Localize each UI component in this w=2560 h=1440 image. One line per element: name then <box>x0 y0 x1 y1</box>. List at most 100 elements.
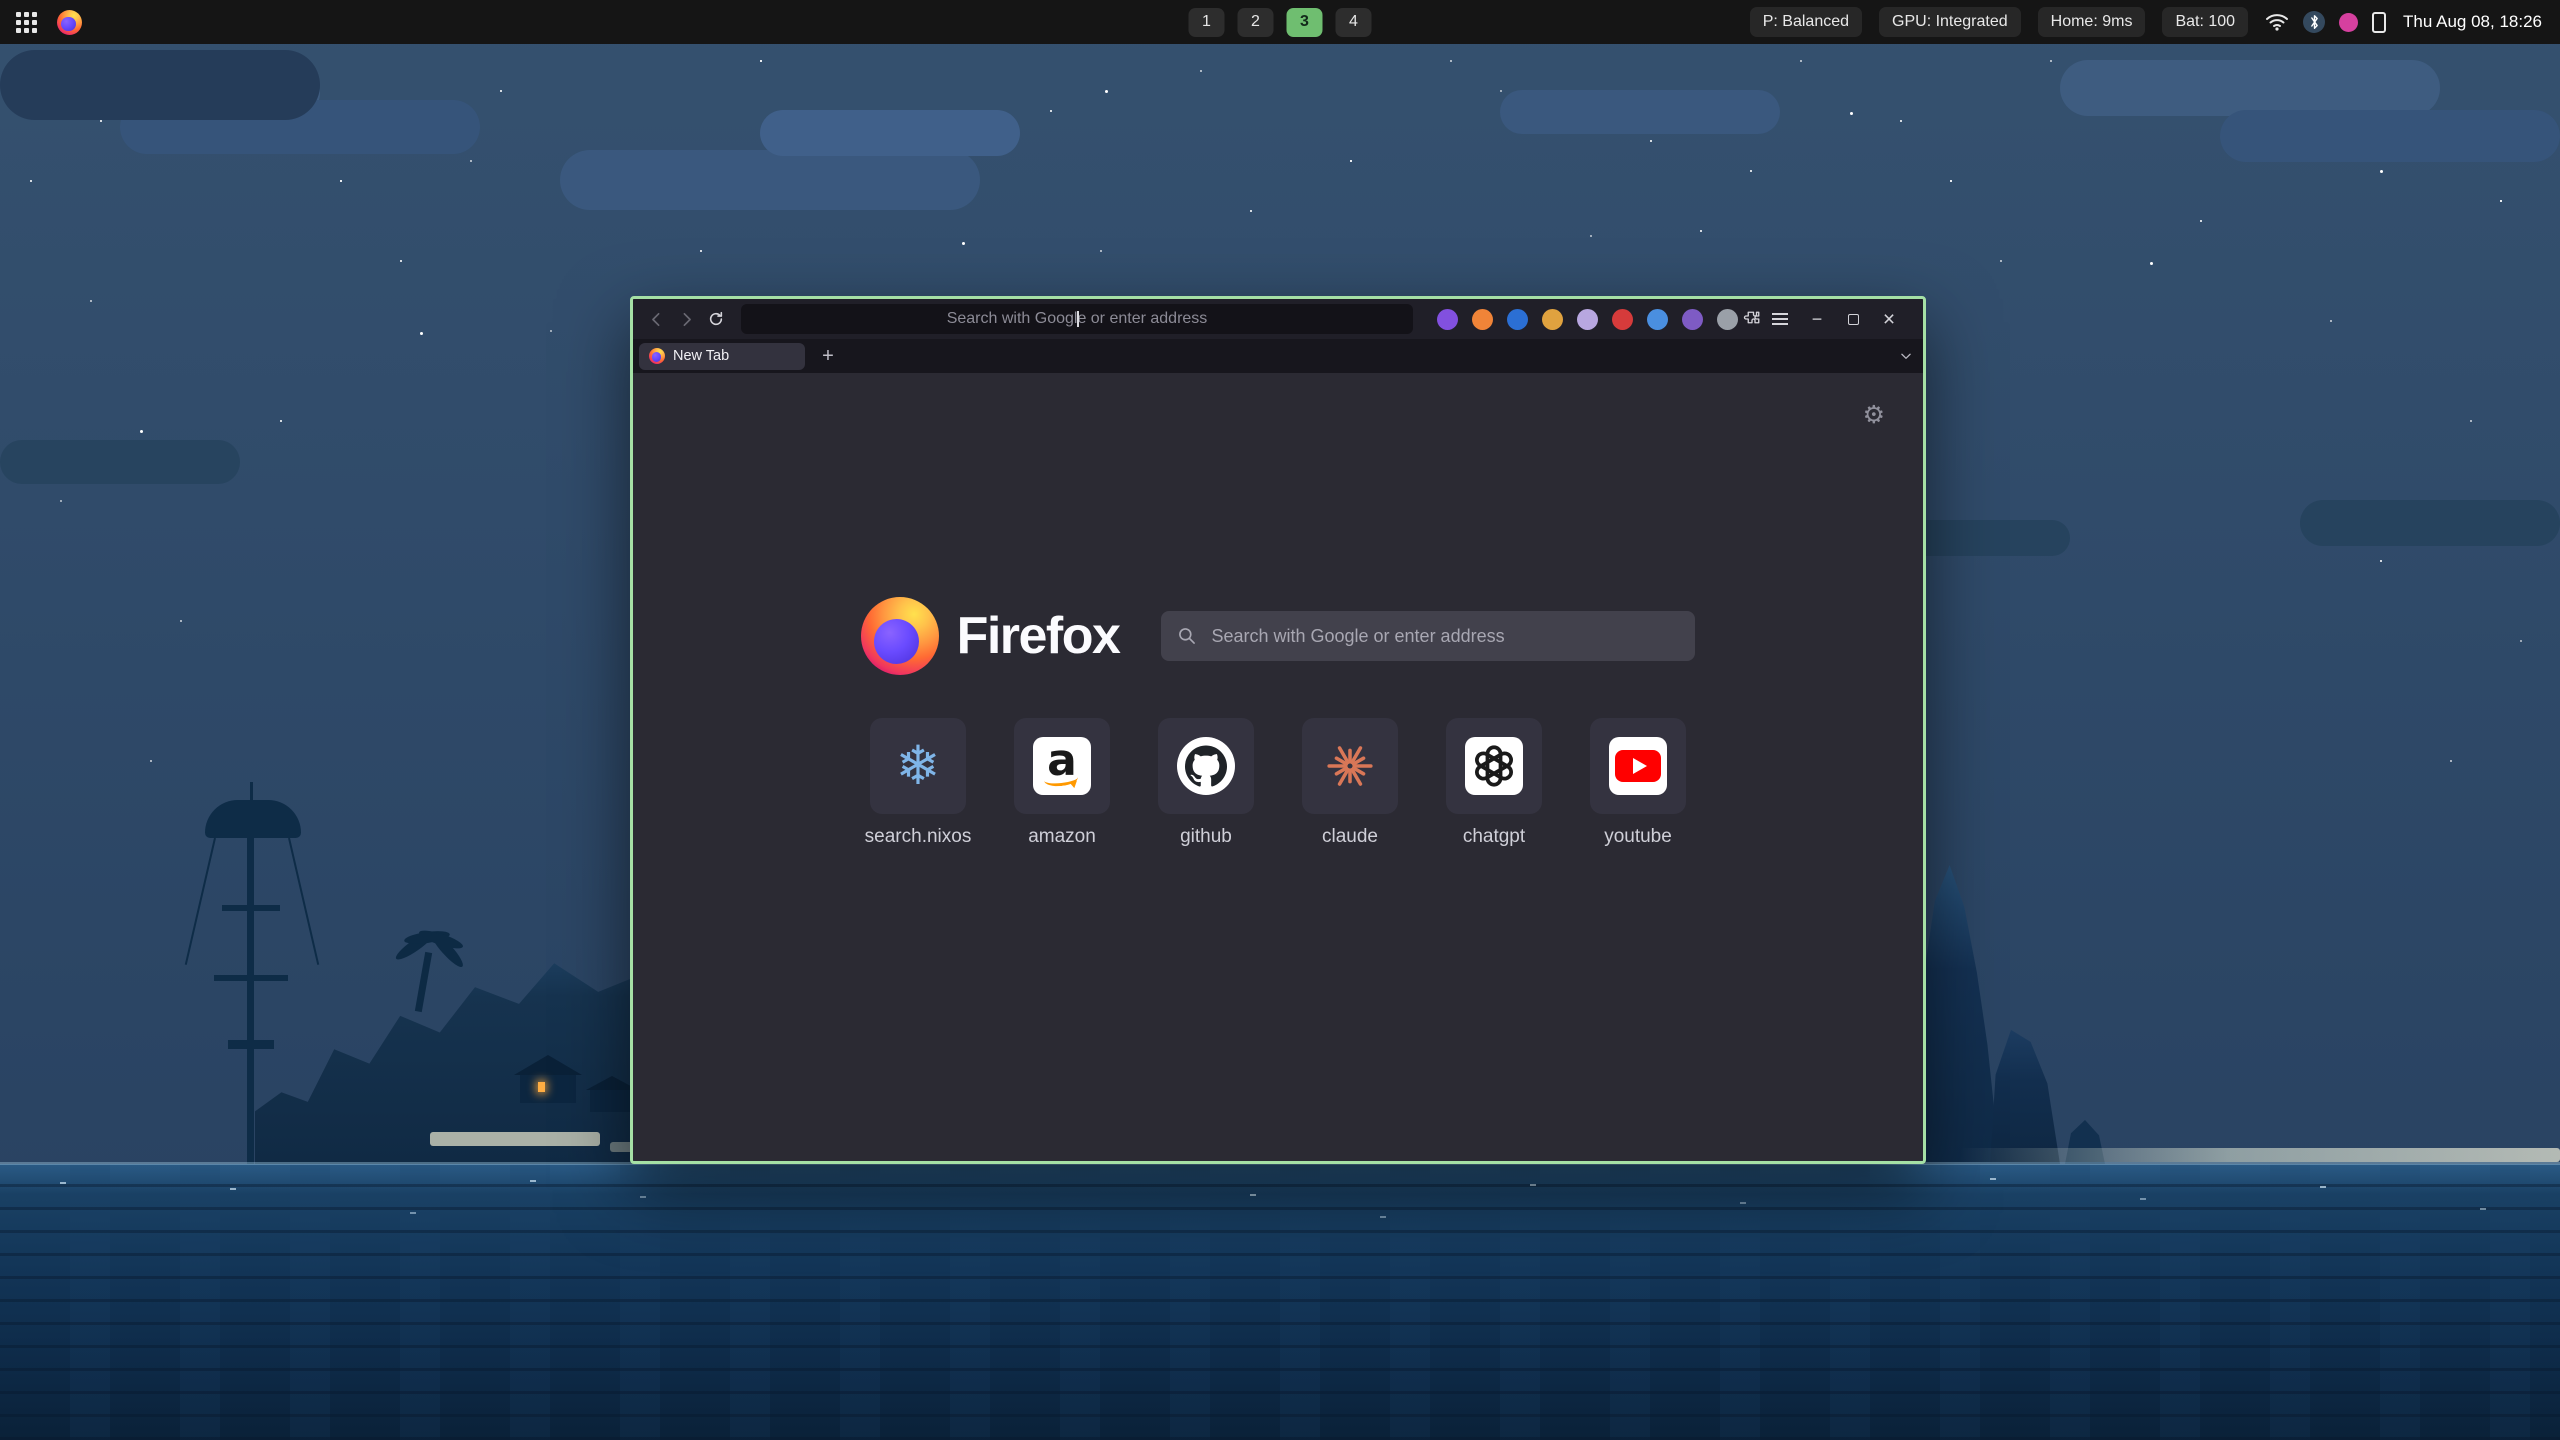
cloud <box>560 150 980 210</box>
personalize-gear-icon[interactable]: ⚙ <box>1863 403 1885 428</box>
shortcut-chatgpt[interactable]: chatgpt <box>1446 718 1542 848</box>
island-watchtower <box>214 975 288 981</box>
cloud <box>1500 90 1780 134</box>
newtab-search-input[interactable] <box>1209 625 1679 648</box>
clock: Thu Aug 08, 18:26 <box>2403 12 2542 32</box>
shortcut-label: youtube <box>1604 826 1672 848</box>
island-watchtower <box>250 782 253 802</box>
workspace-3-active[interactable]: 3 <box>1287 8 1323 37</box>
extension-icon-1[interactable] <box>1437 309 1458 330</box>
url-bar[interactable] <box>741 304 1413 334</box>
shortcut-tile <box>1158 718 1254 814</box>
desktop: 1 2 3 4 P: Balanced GPU: Integrated Home… <box>0 0 2560 1440</box>
shortcut-tile <box>1446 718 1542 814</box>
tab-new-tab[interactable]: New Tab <box>639 343 805 370</box>
top-bar: 1 2 3 4 P: Balanced GPU: Integrated Home… <box>0 0 2560 44</box>
battery-status: Bat: 100 <box>2162 7 2248 37</box>
menu-hamburger-icon[interactable] <box>1766 305 1794 333</box>
extension-icon-9[interactable] <box>1717 309 1738 330</box>
system-tray <box>2265 11 2386 33</box>
new-tab-button[interactable]: + <box>815 343 841 369</box>
ping-status: Home: 9ms <box>2038 7 2146 37</box>
newtab-search-bar[interactable] <box>1161 611 1695 661</box>
app-launcher-icon[interactable] <box>16 12 37 33</box>
extension-icon-8[interactable] <box>1682 309 1703 330</box>
workspace-switcher: 1 2 3 4 <box>1189 8 1372 37</box>
workspace-2[interactable]: 2 <box>1238 8 1274 37</box>
newtab-hero: Firefox <box>633 597 1923 675</box>
extension-icon-4[interactable] <box>1542 309 1563 330</box>
claude-starburst-icon <box>1325 741 1375 791</box>
island-watchtower <box>222 905 280 911</box>
shortcut-claude[interactable]: claude <box>1302 718 1398 848</box>
window-controls: − × <box>1806 308 1900 330</box>
top-bar-left <box>0 10 82 35</box>
new-tab-page: ⚙ Firefox ❄ search.nixos <box>633 373 1923 1161</box>
cloud <box>2220 110 2560 162</box>
extension-buttons <box>1437 309 1738 330</box>
workspace-4[interactable]: 4 <box>1336 8 1372 37</box>
list-all-tabs-chevron-icon[interactable] <box>1899 349 1913 363</box>
shortcut-search-nixos[interactable]: ❄ search.nixos <box>870 718 966 848</box>
sand-strip <box>430 1132 600 1146</box>
shortcut-tiles: ❄ search.nixos a amazon <box>633 718 1923 848</box>
forward-button[interactable] <box>671 304 701 334</box>
nixos-logo-icon: ❄ <box>895 739 940 793</box>
indicator-icon[interactable] <box>2339 13 2358 32</box>
cloud <box>2300 500 2560 546</box>
shortcut-label: github <box>1180 826 1232 848</box>
workspace-1[interactable]: 1 <box>1189 8 1225 37</box>
shortcut-amazon[interactable]: a amazon <box>1014 718 1110 848</box>
extension-icon-3[interactable] <box>1507 309 1528 330</box>
shortcut-tile: a <box>1014 718 1110 814</box>
minimize-button[interactable]: − <box>1806 308 1828 330</box>
extension-icon-5[interactable] <box>1577 309 1598 330</box>
island-watchtower <box>247 834 254 1164</box>
search-icon <box>1177 626 1197 646</box>
shortcut-tile: ❄ <box>870 718 966 814</box>
rock-stack <box>1990 1015 2060 1164</box>
hut <box>514 1055 582 1075</box>
ocean <box>0 1164 2560 1440</box>
island-watchtower <box>288 838 319 965</box>
bluetooth-icon[interactable] <box>2303 11 2325 33</box>
tab-bar: New Tab + <box>633 339 1923 373</box>
firefox-launcher-icon[interactable] <box>57 10 82 35</box>
maximize-button[interactable] <box>1842 308 1864 330</box>
amazon-logo-icon: a <box>1033 737 1091 795</box>
shortcut-label: search.nixos <box>865 826 972 848</box>
back-button[interactable] <box>641 304 671 334</box>
shortcut-label: amazon <box>1028 826 1096 848</box>
tablet-icon[interactable] <box>2372 12 2386 33</box>
extension-icon-7[interactable] <box>1647 309 1668 330</box>
cloud <box>2060 60 2440 116</box>
hut-window-light <box>538 1082 545 1092</box>
shortcut-youtube[interactable]: youtube <box>1590 718 1686 848</box>
github-octocat-icon <box>1177 737 1235 795</box>
extension-icon-6[interactable] <box>1612 309 1633 330</box>
hut <box>590 1090 634 1112</box>
cloud <box>0 50 320 120</box>
shortcut-github[interactable]: github <box>1158 718 1254 848</box>
island-silhouette <box>255 925 695 1164</box>
island-watchtower <box>228 1040 274 1049</box>
youtube-play-icon <box>1609 737 1667 795</box>
reload-button[interactable] <box>701 304 731 334</box>
palm-tree <box>415 952 432 1012</box>
extension-icon-2[interactable] <box>1472 309 1493 330</box>
extensions-puzzle-icon[interactable] <box>1738 305 1766 333</box>
hut <box>520 1075 576 1103</box>
shortcut-tile <box>1302 718 1398 814</box>
chatgpt-knot-icon <box>1465 737 1523 795</box>
close-button[interactable]: × <box>1878 308 1900 330</box>
beach-glow <box>1960 1148 2560 1162</box>
wifi-icon[interactable] <box>2265 13 2289 31</box>
shortcut-tile <box>1590 718 1686 814</box>
water-sparkles <box>0 1172 6 1174</box>
cloud <box>0 440 240 484</box>
power-profile-status: P: Balanced <box>1750 7 1862 37</box>
firefox-window: − × New Tab + ⚙ Firefox <box>630 296 1926 1164</box>
firefox-favicon <box>649 348 665 364</box>
navigation-toolbar: − × <box>633 299 1923 339</box>
status-area: P: Balanced GPU: Integrated Home: 9ms Ba… <box>1750 7 2560 37</box>
